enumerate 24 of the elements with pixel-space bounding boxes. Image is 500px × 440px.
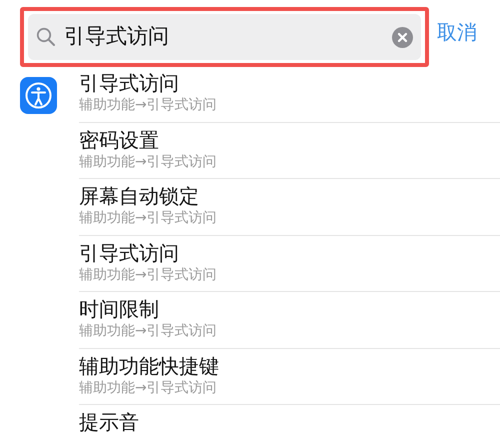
result-path: 辅助功能→引导式访问 <box>79 378 218 398</box>
search-result[interactable]: 屏幕自动锁定 辅助功能→引导式访问 <box>79 179 500 236</box>
search-result[interactable]: 提示音 <box>79 405 500 435</box>
result-title: 屏幕自动锁定 <box>79 184 200 209</box>
result-path: 辅助功能→引导式访问 <box>79 266 218 284</box>
result-title: 引导式访问 <box>79 240 180 266</box>
result-path: 辅助功能→引导式访问 <box>79 96 218 115</box>
search-icon <box>36 27 56 47</box>
search-result[interactable]: 密码设置 辅助功能→引导式访问 <box>79 122 500 179</box>
result-title: 时间限制 <box>79 297 160 322</box>
result-title: 辅助功能快捷键 <box>79 354 220 378</box>
search-bar[interactable]: 引导式访问 <box>28 14 421 60</box>
result-title: 密码设置 <box>79 128 160 152</box>
result-path: 辅助功能→引导式访问 <box>79 152 218 172</box>
search-field[interactable]: 引导式访问 <box>64 21 384 53</box>
clear-icon[interactable] <box>392 26 413 48</box>
search-result[interactable]: 引导式访问 辅助功能→引导式访问 <box>79 236 500 292</box>
search-result[interactable]: 引导式访问 辅助功能→引导式访问 <box>79 66 500 122</box>
result-path: 辅助功能→引导式访问 <box>79 322 218 341</box>
search-result[interactable]: 时间限制 辅助功能→引导式访问 <box>79 292 500 348</box>
search-result[interactable]: 辅助功能快捷键 辅助功能→引导式访问 <box>79 348 500 405</box>
result-title: 提示音 <box>79 410 140 435</box>
result-title: 引导式访问 <box>79 71 180 96</box>
result-path: 辅助功能→引导式访问 <box>79 209 218 228</box>
